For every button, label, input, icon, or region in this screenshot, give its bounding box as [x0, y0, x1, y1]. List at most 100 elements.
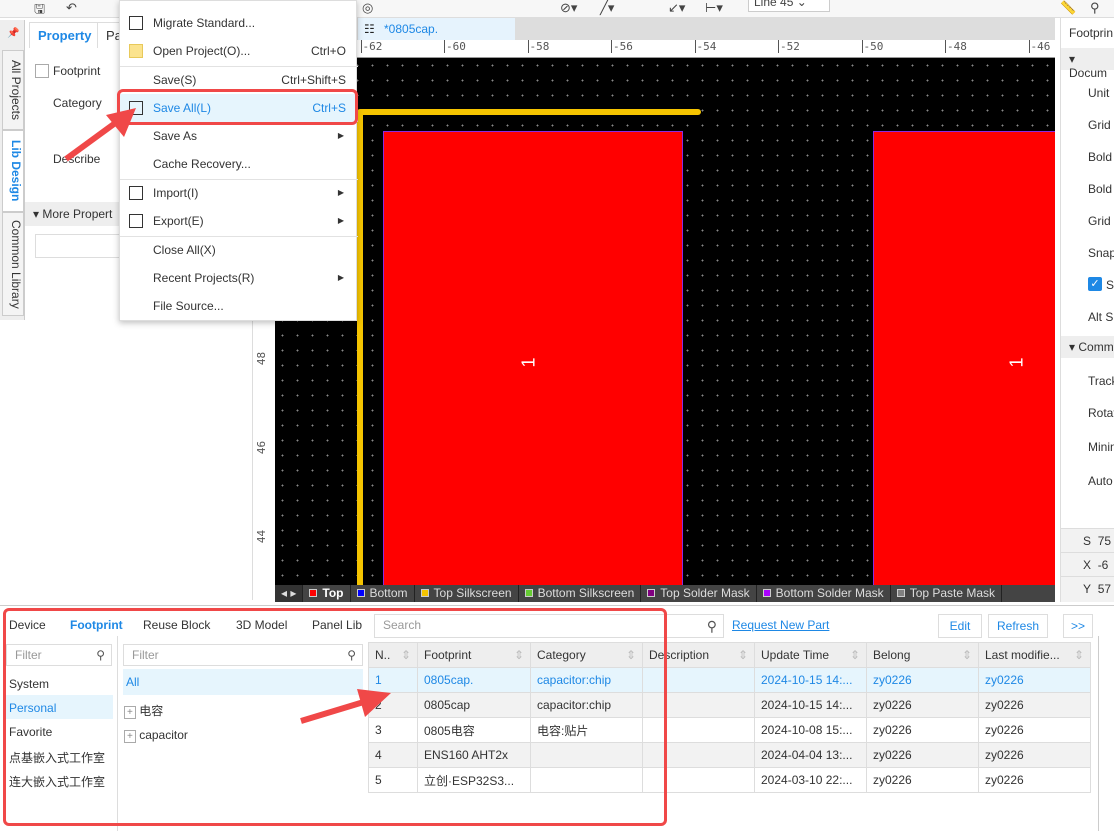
undo-icon[interactable]: ↶: [66, 0, 77, 16]
layer-bottom[interactable]: Bottom: [351, 585, 415, 602]
sort-icon[interactable]: ⇕: [514, 648, 524, 662]
menu-item-import[interactable]: Import(I) ▶: [120, 179, 358, 207]
save-icon[interactable]: 🖫: [34, 0, 45, 22]
document-tab[interactable]: ☷ *0805cap.: [358, 18, 515, 40]
column-header[interactable]: Description ⇕: [642, 642, 755, 668]
layer-bottom-solder-mask[interactable]: Bottom Solder Mask: [757, 585, 891, 602]
library-item-team[interactable]: 点基嵌入式工作室: [9, 749, 105, 766]
column-header[interactable]: Update Time ⇕: [754, 642, 867, 668]
tab-reuse-block[interactable]: Reuse Block: [143, 618, 210, 632]
layer-top-paste-mask[interactable]: Top Paste Mask: [891, 585, 1003, 602]
menu-item-close-all[interactable]: Close All(X): [120, 236, 358, 264]
menu-item-file-source[interactable]: File Source...: [120, 292, 358, 320]
library-item-team[interactable]: 连大嵌入式工作室: [9, 773, 105, 790]
column-header[interactable]: Belong ⇕: [866, 642, 979, 668]
line-tool-icon[interactable]: ╱▾: [600, 0, 614, 16]
layer-scroll-buttons[interactable]: ◂ ▸: [275, 585, 304, 602]
line-style-select[interactable]: Line 45 ⌄: [748, 0, 830, 12]
table-row[interactable]: 3 0805电容 电容:贴片 2024-10-08 15:... zy0226 zy022…: [368, 717, 1091, 743]
menu-item-save-as[interactable]: Save As ▶: [120, 122, 358, 150]
tab-footprint[interactable]: Footprint: [70, 618, 123, 632]
column-header[interactable]: N.. ⇕: [368, 642, 418, 668]
sort-icon[interactable]: ⇕: [401, 648, 411, 662]
sort-icon[interactable]: ⇕: [738, 648, 748, 662]
sort-icon[interactable]: ⇕: [850, 648, 860, 662]
tab-panel-lib[interactable]: Panel Lib: [312, 618, 362, 632]
pcb-canvas[interactable]: 1 1: [275, 58, 1055, 585]
pad-1[interactable]: 1: [383, 131, 683, 585]
table-cell: 2024-04-04 13:...: [754, 742, 867, 768]
table-row[interactable]: 1 0805cap. capacitor:chip 2024-10-15 14:...…: [368, 667, 1091, 693]
document-section-header[interactable]: ▾ Docum: [1061, 48, 1114, 80]
layer-top[interactable]: Top: [303, 585, 351, 602]
sort-icon[interactable]: ⇕: [626, 648, 636, 662]
table-row[interactable]: 2 0805cap capacitor:chip 2024-10-15 14:... z…: [368, 692, 1091, 718]
prop-rotation: Rotat: [1088, 406, 1114, 420]
layer-color-swatch: [420, 589, 429, 597]
library-filter-input[interactable]: Filter ⚲: [6, 644, 112, 666]
search-icon[interactable]: ⚲: [347, 645, 356, 665]
layer-bar: ◂ ▸ Top Bottom Top Silkscreen Bottom Silkscr…: [275, 585, 1055, 602]
angle-icon[interactable]: ⊢▾: [705, 0, 723, 16]
layer-label: Top Paste Mask: [909, 586, 996, 600]
ruler-tick-label: -48: [945, 40, 967, 53]
table-cell: zy0226: [866, 692, 979, 718]
search-input[interactable]: Search ⚲: [374, 614, 724, 638]
menu-item-recent-projects[interactable]: Recent Projects(R) ▶: [120, 264, 358, 292]
sort-icon[interactable]: ⇕: [1074, 648, 1084, 662]
layer-top-solder-mask[interactable]: Top Solder Mask: [641, 585, 757, 602]
library-item-favorite[interactable]: Favorite: [9, 725, 52, 739]
category-node[interactable]: + capacitor: [124, 728, 188, 743]
menu-item-save-all[interactable]: Save All(L) Ctrl+S: [120, 94, 358, 122]
menu-item-open-project[interactable]: Open Project(O)... Ctrl+O: [120, 37, 358, 65]
ruler-icon[interactable]: 📏: [1060, 0, 1076, 16]
tab-all-projects[interactable]: All Projects: [2, 50, 24, 130]
category-label: capacitor: [139, 728, 188, 742]
column-header[interactable]: Footprint ⇕: [417, 642, 531, 668]
table-row[interactable]: 4 ENS160 AHT2x 2024-04-04 13:... zy0226 zy02…: [368, 742, 1091, 768]
search-icon[interactable]: ⚲: [707, 616, 717, 636]
request-new-part-link[interactable]: Request New Part: [732, 618, 829, 632]
menu-item-export[interactable]: Export(E) ▶: [120, 207, 358, 235]
pin-icon[interactable]: 📌: [7, 28, 19, 39]
ruler-tick-label: -58: [527, 40, 550, 53]
tab-device[interactable]: Device: [9, 618, 46, 632]
refresh-button[interactable]: Refresh: [988, 614, 1048, 638]
pad-2[interactable]: 1: [873, 131, 1055, 585]
tab-lib-design[interactable]: Lib Design: [2, 130, 24, 212]
edit-button[interactable]: Edit: [938, 614, 982, 638]
layer-color-swatch: [896, 589, 905, 597]
table-row[interactable]: 5 立创·ESP32S3... 2024-03-10 22:... zy0226 zy0…: [368, 767, 1091, 793]
table-cell: 4: [368, 742, 418, 768]
coord-y: Y 57: [1061, 577, 1114, 601]
more-button[interactable]: >>: [1063, 614, 1093, 638]
search-icon[interactable]: ⚲: [96, 645, 105, 665]
via-icon[interactable]: ◎: [362, 0, 373, 16]
menu-item-migrate-standard[interactable]: Migrate Standard...: [120, 9, 358, 37]
menu-item-save[interactable]: Save(S) Ctrl+Shift+S: [120, 66, 358, 94]
column-header[interactable]: Category ⇕: [530, 642, 643, 668]
link-icon[interactable]: ⚲: [1090, 0, 1100, 16]
footprint-table: N.. ⇕ Footprint ⇕ Category ⇕ Description ⇕ Updat…: [368, 642, 1091, 793]
scrollbar[interactable]: [1098, 636, 1106, 831]
coord-key: Y: [1083, 582, 1092, 596]
expand-icon[interactable]: +: [124, 730, 136, 743]
expand-icon[interactable]: +: [124, 706, 136, 719]
library-item-personal[interactable]: Personal: [9, 701, 56, 715]
layer-bottom-silkscreen[interactable]: Bottom Silkscreen: [519, 585, 642, 602]
sort-icon[interactable]: ⇕: [962, 648, 972, 662]
circle-tool-icon[interactable]: ⊘▾: [560, 0, 577, 16]
common-section-header[interactable]: ▾ Comm: [1061, 336, 1114, 358]
dimension-icon[interactable]: ↙▾: [668, 0, 685, 16]
footprint-checkbox[interactable]: [35, 64, 49, 78]
library-item-system[interactable]: System: [9, 677, 49, 691]
menu-item-cache-recovery[interactable]: Cache Recovery...: [120, 150, 358, 178]
tab-3d-model[interactable]: 3D Model: [236, 618, 287, 632]
category-filter-input[interactable]: Filter ⚲: [123, 644, 363, 666]
tab-common-library[interactable]: Common Library: [2, 212, 24, 316]
layer-top-silkscreen[interactable]: Top Silkscreen: [415, 585, 519, 602]
category-node[interactable]: + 电容: [124, 702, 163, 719]
snap-checkbox[interactable]: ✓: [1088, 277, 1102, 291]
tab-property[interactable]: Property: [29, 22, 101, 48]
column-header[interactable]: Last modifie... ⇕: [978, 642, 1091, 668]
